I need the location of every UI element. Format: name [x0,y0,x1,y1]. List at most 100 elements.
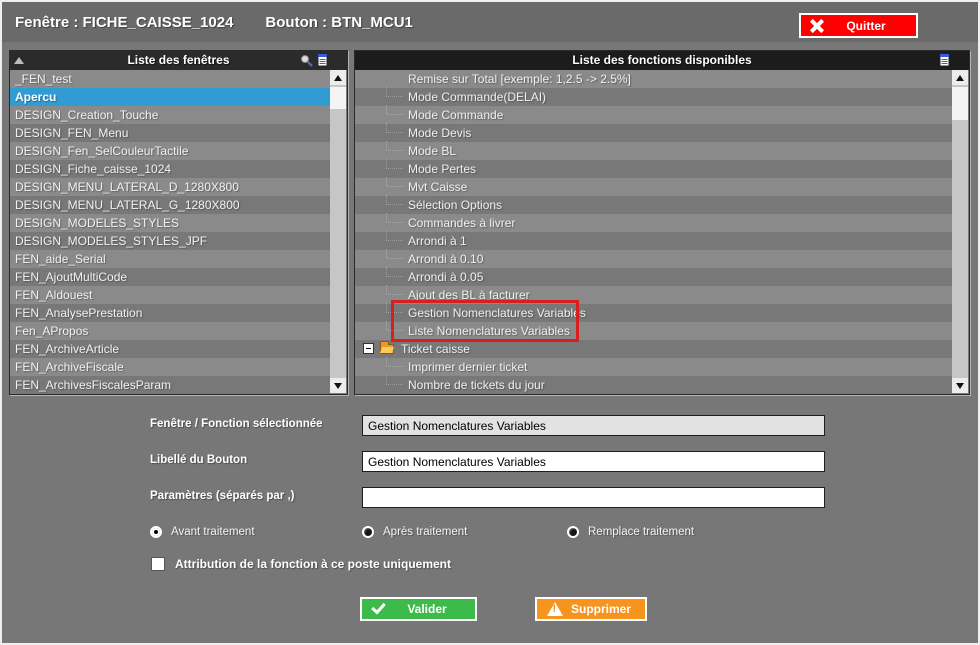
scroll-down-button[interactable] [952,378,968,393]
tree-item-label: Ticket caisse [401,340,470,358]
tree-item-label: Ajout des BL à facturer [408,286,530,304]
tree-function-item[interactable]: Mode BL [355,142,952,160]
tree-connector [386,267,403,277]
tree-connector [386,321,403,331]
checkbox-label: Attribution de la fonction à ce poste un… [175,557,451,571]
tree-function-item[interactable]: Imprimer dernier ticket [355,358,952,376]
poste-only-checkbox[interactable]: Attribution de la fonction à ce poste un… [151,557,451,571]
button-label-field-label: Libellé du Bouton [150,454,247,466]
window-list-item[interactable]: DESIGN_MODELES_STYLES_JPF [10,232,330,250]
scrollbar-thumb[interactable] [330,87,346,109]
tree-item-label: Mode Pertes [408,160,476,178]
tree-item-label: Imprimer dernier ticket [408,358,527,376]
radio-avant-traitement[interactable]: Avant traitement [150,526,255,538]
table-icon[interactable] [938,53,950,67]
window-list-item[interactable]: FEN_ArchivesFiscalesParam [10,376,330,394]
radio-icon[interactable] [567,526,579,538]
window-list-scrollbar[interactable] [330,70,346,393]
window-list-item[interactable]: DESIGN_MENU_LATERAL_D_1280X800 [10,178,330,196]
table-icon[interactable] [316,53,328,67]
radio-icon[interactable] [362,526,374,538]
tree-item-label: Arrondi à 0.05 [408,268,483,286]
window-list-item[interactable]: FEN_AjoutMultiCode [10,268,330,286]
function-list-header: Liste des fonctions disponibles [355,51,969,70]
checkbox-icon[interactable] [151,557,165,571]
tree-function-item[interactable]: Commandes à livrer [355,214,952,232]
tree-connector [386,375,403,385]
collapse-minus-icon[interactable] [363,343,374,354]
validate-button-label: Valider [385,602,469,616]
tree-function-item[interactable]: Liste Nomenclatures Variables [355,322,952,340]
function-tree: Remise sur Total [exemple: 1,2.5 -> 2.5%… [355,70,952,394]
window-list-item[interactable]: Fen_APropos [10,322,330,340]
tree-function-item[interactable]: Mvt Caisse [355,178,952,196]
tree-connector [386,177,403,187]
search-icon[interactable] [300,54,313,67]
tree-item-label: Commandes à livrer [408,214,515,232]
x-icon [810,19,824,33]
parameters-field[interactable] [362,487,825,508]
window-list-item[interactable]: DESIGN_Creation_Touche [10,106,330,124]
window-list: _FEN_testApercuDESIGN_Creation_ToucheDES… [10,70,330,394]
tree-function-item[interactable]: Mode Commande(DELAI) [355,88,952,106]
window-list-item[interactable]: Apercu [10,88,330,106]
warning-icon [547,602,563,616]
tree-item-label: Mode Devis [408,124,471,142]
window-list-item[interactable]: DESIGN_MENU_LATERAL_G_1280X800 [10,196,330,214]
radio-label: Après traitement [383,526,467,538]
window-list-item[interactable]: FEN_ArchiveFiscale [10,358,330,376]
window-list-title: Liste des fenêtres [127,53,229,67]
sort-asc-icon[interactable] [14,57,24,64]
window-list-item[interactable]: FEN_AnalysePrestation [10,304,330,322]
radio-apres-traitement[interactable]: Après traitement [362,526,467,538]
scrollbar-thumb[interactable] [952,87,968,120]
tree-item-label: Mvt Caisse [408,178,467,196]
button-config-window: Fenêtre : FICHE_CAISSE_1024 Bouton : BTN… [0,0,980,645]
window-list-item[interactable]: DESIGN_Fen_SelCouleurTactile [10,142,330,160]
validate-button[interactable]: Valider [360,597,477,621]
tree-function-item[interactable]: Mode Pertes [355,160,952,178]
tree-function-item[interactable]: Gestion Nomenclatures Variables [355,304,952,322]
window-list-item[interactable]: _FEN_test [10,70,330,88]
treatment-radio-group: Avant traitement Après traitement Remplace… [2,526,978,542]
tree-item-label: Arrondi à 1 [408,232,467,250]
radio-remplace-traitement[interactable]: Remplace traitement [567,526,694,538]
window-list-item[interactable]: FEN_aide_Serial [10,250,330,268]
title-button-name: Bouton : BTN_MCU1 [265,14,412,31]
scroll-down-button[interactable] [330,378,346,393]
quit-button-label: Quitter [824,19,908,33]
window-list-item[interactable]: DESIGN_Fiche_caisse_1024 [10,160,330,178]
tree-item-label: Nombre de tickets du jour [408,376,545,394]
delete-button[interactable]: Supprimer [535,597,647,621]
selected-function-field[interactable] [362,415,825,436]
window-list-item[interactable]: DESIGN_FEN_Menu [10,124,330,142]
tree-function-item[interactable]: Remise sur Total [exemple: 1,2.5 -> 2.5%… [355,70,952,88]
delete-button-label: Supprimer [563,602,639,616]
tree-function-item[interactable]: Sélection Options [355,196,952,214]
tree-function-item[interactable]: Arrondi à 0.05 [355,268,952,286]
radio-label: Avant traitement [171,526,255,538]
radio-label: Remplace traitement [588,526,694,538]
tree-connector [386,195,403,205]
window-list-item[interactable]: DESIGN_MODELES_STYLES [10,214,330,232]
window-list-item[interactable]: FEN_ArchiveArticle [10,340,330,358]
tree-function-item[interactable]: Ajout des BL à facturer [355,286,952,304]
radio-icon[interactable] [150,526,162,538]
quit-button[interactable]: Quitter [799,13,918,38]
function-list-title: Liste des fonctions disponibles [572,53,751,67]
tree-function-item[interactable]: Mode Devis [355,124,952,142]
tree-folder-item[interactable]: Ticket caisse [355,340,952,358]
window-list-item[interactable]: FEN_Aldouest [10,286,330,304]
tree-function-item[interactable]: Mode Commande [355,106,952,124]
tree-function-item[interactable]: Arrondi à 1 [355,232,952,250]
button-label-field[interactable] [362,451,825,472]
tree-connector [386,123,403,133]
window-list-header: Liste des fenêtres [10,51,347,70]
scroll-up-button[interactable] [330,70,346,85]
tree-item-label: Liste Nomenclatures Variables [408,322,570,340]
tree-item-label: Mode BL [408,142,456,160]
tree-function-item[interactable]: Arrondi à 0.10 [355,250,952,268]
tree-function-item[interactable]: Nombre de tickets du jour [355,376,952,394]
scroll-up-button[interactable] [952,70,968,85]
function-list-scrollbar[interactable] [952,70,968,393]
